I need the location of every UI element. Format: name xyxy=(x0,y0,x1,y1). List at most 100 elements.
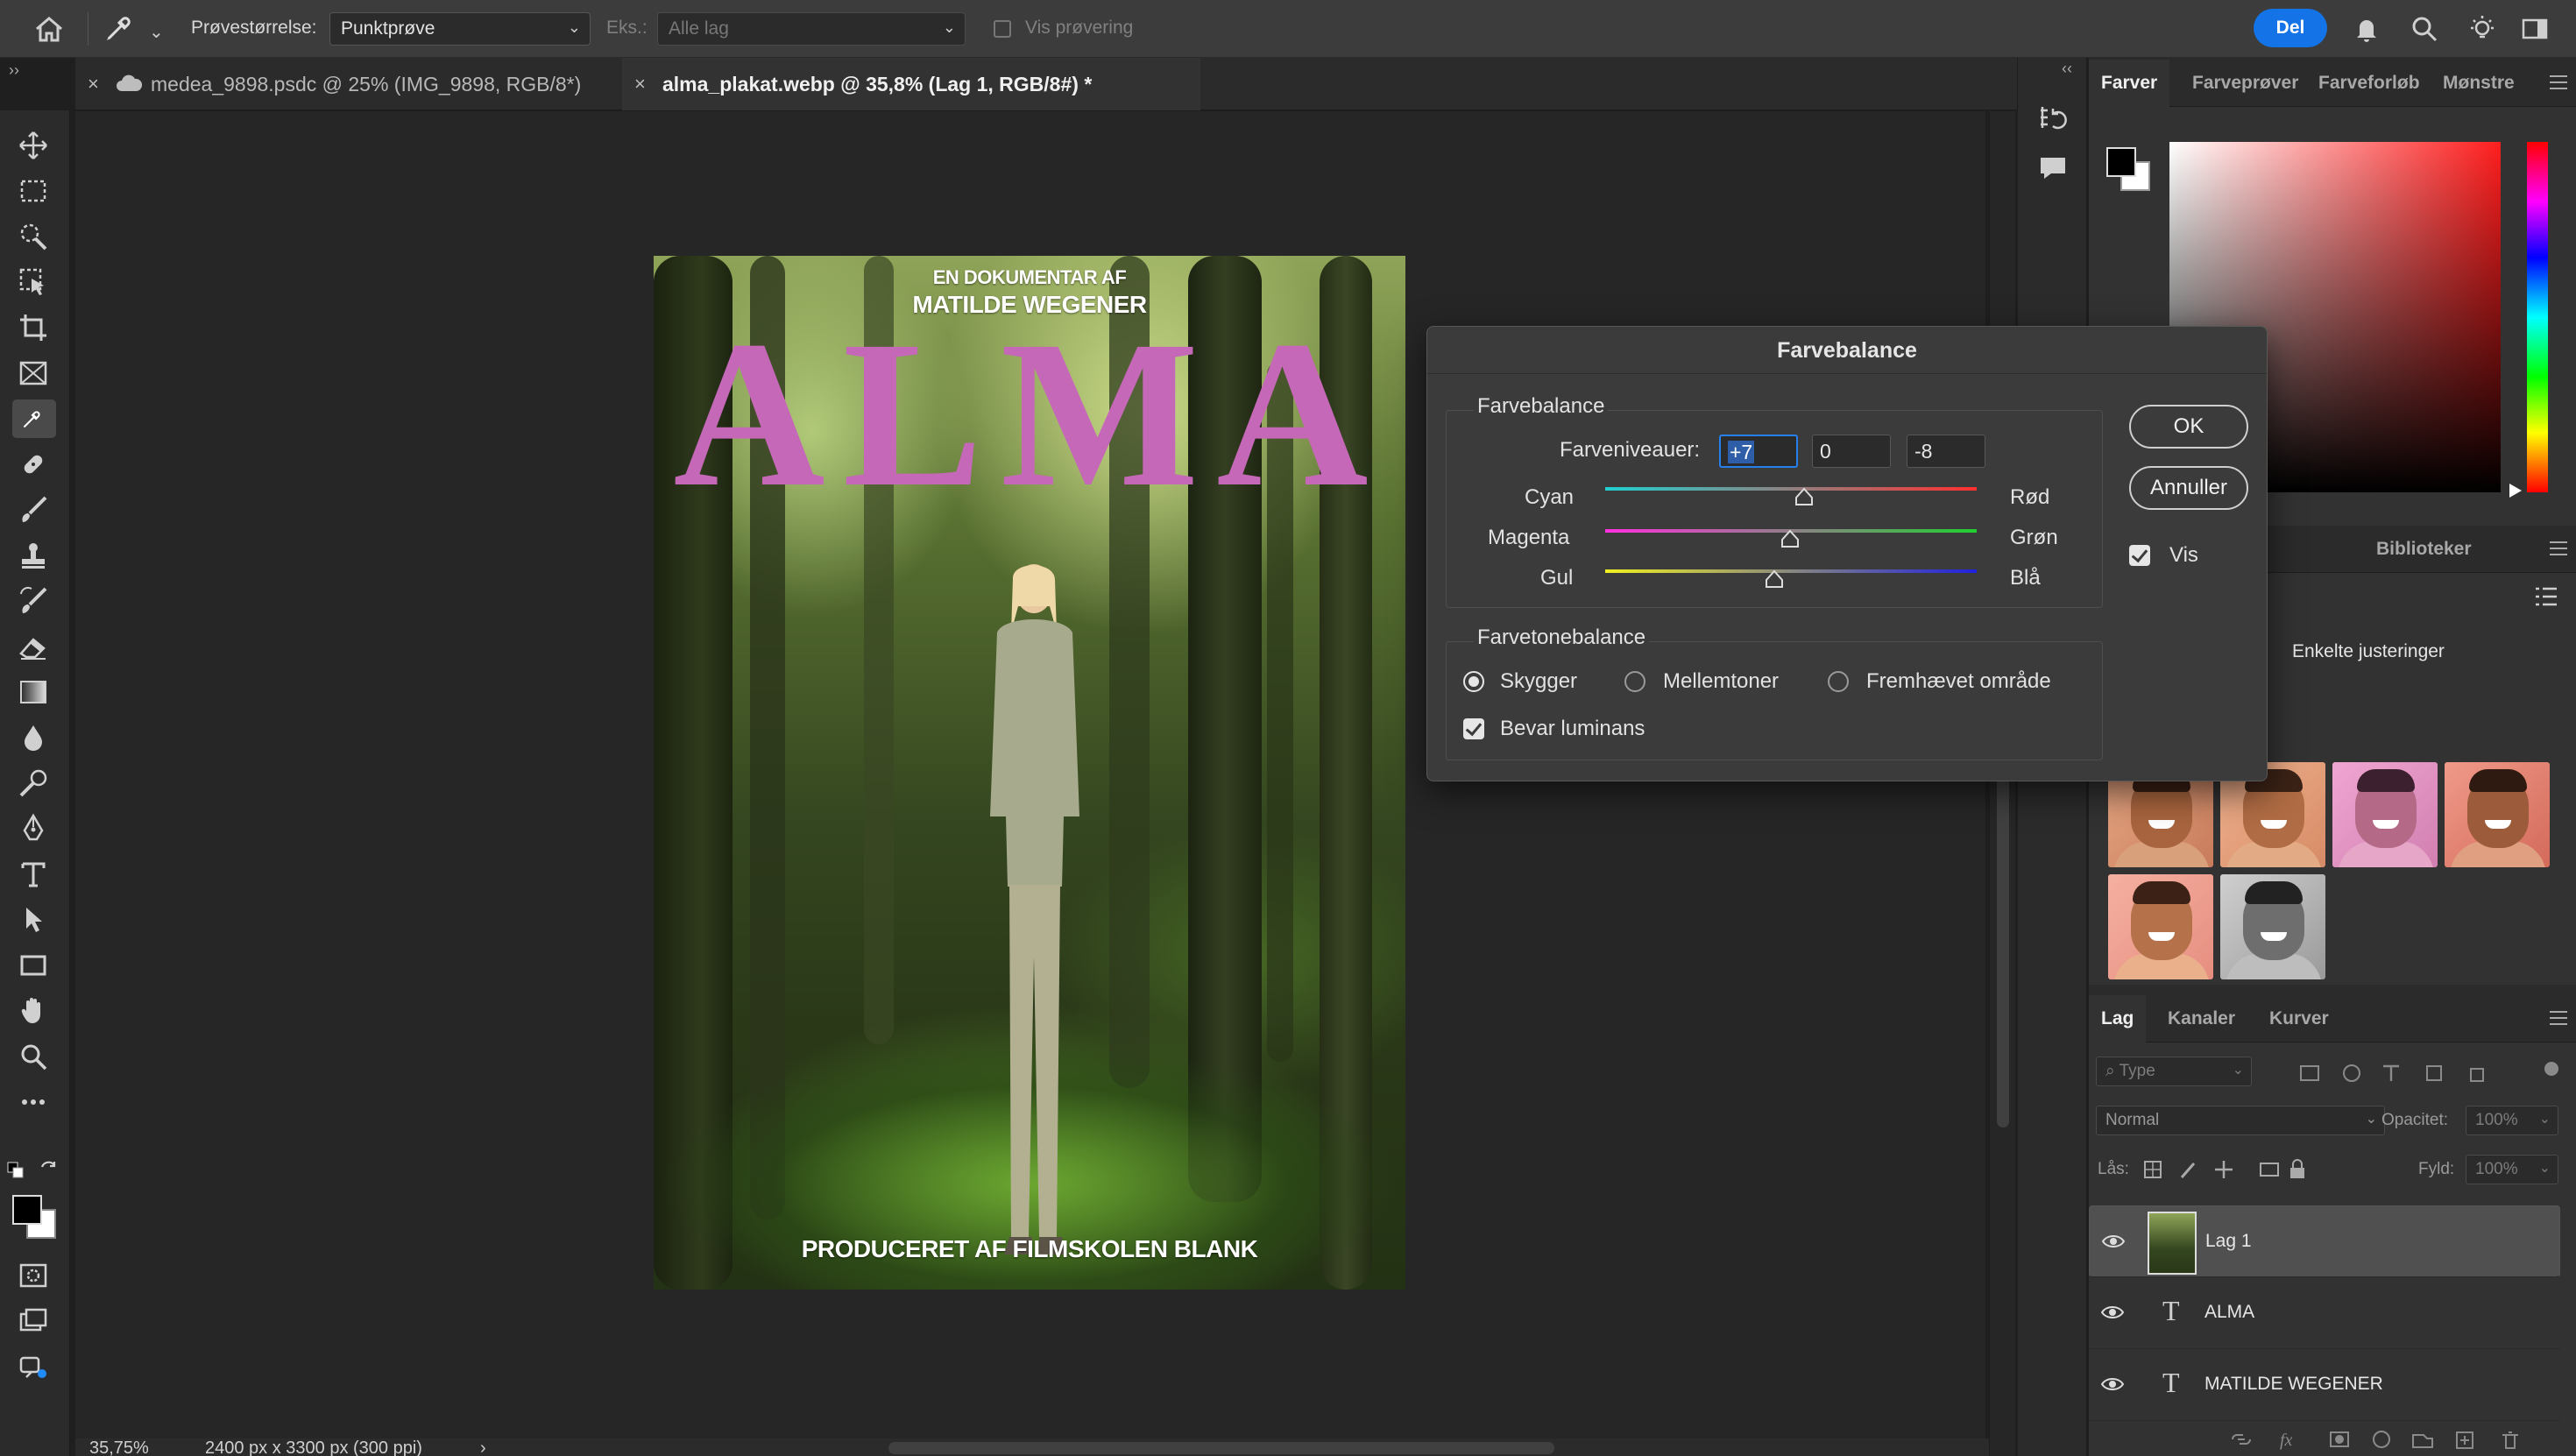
blend-mode-select[interactable]: Normal ⌄ xyxy=(2096,1106,2385,1135)
cyan-red-slider-handle[interactable] xyxy=(1794,487,1814,506)
collapse-panels-icon[interactable]: ‹‹ xyxy=(2062,60,2072,78)
frame-tool-icon[interactable] xyxy=(18,357,49,389)
layer-filter-icons[interactable] xyxy=(2299,1064,2527,1083)
tab-farveprover[interactable]: Farveprøver xyxy=(2192,60,2298,107)
adjustment-preset-thumbnail[interactable] xyxy=(2220,874,2325,979)
default-colors-icon[interactable] xyxy=(7,1162,25,1179)
level-yellow-blue-input[interactable]: -8 xyxy=(1907,435,1985,468)
tone-midtones-radio[interactable] xyxy=(1624,671,1645,692)
visibility-eye-icon[interactable] xyxy=(2101,1304,2124,1321)
ok-button[interactable]: OK xyxy=(2129,405,2248,449)
gradient-tool-icon[interactable] xyxy=(18,676,49,708)
tone-highlights-radio[interactable] xyxy=(1828,671,1849,692)
path-selection-tool-icon[interactable] xyxy=(18,904,49,936)
tab-lag[interactable]: Lag xyxy=(2089,995,2147,1043)
tool-preset-chevron-icon[interactable]: ⌄ xyxy=(149,21,164,43)
layer-row-alma[interactable]: T ALMA xyxy=(2089,1277,2560,1349)
visibility-eye-icon[interactable] xyxy=(2101,1375,2124,1393)
tab-farveforlob[interactable]: Farveforløb xyxy=(2318,60,2420,107)
show-ring-checkbox[interactable] xyxy=(994,20,1011,38)
workspace-icon[interactable] xyxy=(2520,14,2550,44)
zoom-tool-icon[interactable] xyxy=(18,1041,49,1072)
home-icon[interactable] xyxy=(33,16,65,42)
move-tool-icon[interactable] xyxy=(18,130,49,161)
quick-selection-tool-icon[interactable] xyxy=(18,221,49,252)
close-tab-icon[interactable]: × xyxy=(634,58,646,110)
pen-tool-icon[interactable] xyxy=(18,813,49,845)
panel-menu-icon[interactable] xyxy=(2550,75,2567,89)
lock-options-icons[interactable] xyxy=(2143,1158,2310,1181)
eraser-tool-icon[interactable] xyxy=(18,631,49,662)
visibility-eye-icon[interactable] xyxy=(2102,1233,2125,1250)
eyedropper-tool-icon[interactable] xyxy=(103,14,133,44)
vertical-scrollbar[interactable] xyxy=(1989,111,2015,1456)
level-magenta-green-input[interactable]: 0 xyxy=(1812,435,1891,468)
more-tools-icon[interactable] xyxy=(18,1086,49,1118)
clone-stamp-tool-icon[interactable] xyxy=(18,540,49,571)
tab-farver[interactable]: Farver xyxy=(2089,60,2170,107)
poster-image[interactable]: EN DOKUMENTAR AF MATILDE WEGENER ALMA PR… xyxy=(654,256,1405,1290)
lightbulb-icon[interactable] xyxy=(2467,14,2497,44)
adjustment-preset-thumbnail[interactable] xyxy=(2332,762,2438,867)
cyan-red-slider-track[interactable] xyxy=(1605,487,1977,491)
tab-biblioteker[interactable]: Biblioteker xyxy=(2376,526,2472,573)
preserve-luminosity-checkbox[interactable] xyxy=(1463,718,1484,739)
hue-slider[interactable] xyxy=(2527,142,2548,492)
zoom-level[interactable]: 35,75% xyxy=(89,1438,149,1456)
hand-tool-icon[interactable] xyxy=(18,995,49,1027)
horizontal-scrollbar[interactable] xyxy=(888,1442,1554,1454)
filter-toggle-icon[interactable] xyxy=(2544,1062,2558,1076)
brush-tool-icon[interactable] xyxy=(18,494,49,526)
toolbar-collapse-icon[interactable]: ›› xyxy=(9,61,19,80)
fill-field[interactable]: 100% ⌄ xyxy=(2466,1155,2558,1184)
crop-tool-icon[interactable] xyxy=(18,312,49,343)
foreground-color-swatch[interactable] xyxy=(2106,147,2136,177)
level-cyan-red-input[interactable]: +7 xyxy=(1719,435,1798,468)
sample-size-select[interactable]: Punktprøve ⌄ xyxy=(329,12,591,46)
tab-monstre[interactable]: Mønstre xyxy=(2443,60,2515,107)
type-tool-icon[interactable] xyxy=(18,859,49,890)
blur-tool-icon[interactable] xyxy=(18,722,49,753)
screen-mode-icon[interactable] xyxy=(18,1305,49,1337)
swap-colors-icon[interactable] xyxy=(39,1158,60,1179)
layer-filter-select[interactable]: ⌕ Type ⌄ xyxy=(2096,1057,2252,1086)
search-icon[interactable] xyxy=(2410,14,2439,44)
opacity-field[interactable]: 100% ⌄ xyxy=(2466,1106,2558,1135)
hue-slider-handle[interactable] xyxy=(2509,484,2522,498)
tab-medea[interactable]: × medea_9898.psdc @ 25% (IMG_9898, RGB/8… xyxy=(75,58,619,110)
quick-mask-icon[interactable] xyxy=(18,1260,49,1291)
foreground-color-swatch[interactable] xyxy=(12,1195,42,1225)
history-panel-icon[interactable] xyxy=(2035,102,2070,137)
yellow-blue-slider-handle[interactable] xyxy=(1765,569,1784,589)
list-view-icon[interactable] xyxy=(2534,585,2558,608)
status-menu-arrow[interactable]: › xyxy=(480,1438,486,1456)
layer-row-matilde-wegener[interactable]: T MATILDE WEGENER xyxy=(2089,1349,2560,1421)
tab-alma-plakat[interactable]: × alma_plakat.webp @ 35,8% (Lag 1, RGB/8… xyxy=(622,58,1200,110)
dodge-tool-icon[interactable] xyxy=(18,767,49,799)
tone-shadows-radio[interactable] xyxy=(1463,671,1484,692)
magenta-green-slider-handle[interactable] xyxy=(1780,529,1800,548)
comments-panel-icon[interactable] xyxy=(2035,151,2070,186)
share-button[interactable]: Del xyxy=(2254,9,2327,47)
layer-row-lag-1[interactable]: Lag 1 xyxy=(2089,1205,2560,1277)
preview-checkbox[interactable] xyxy=(2129,545,2150,566)
rectangle-tool-icon[interactable] xyxy=(18,950,49,981)
generative-tools-icon[interactable] xyxy=(18,1351,49,1382)
eyedropper-tool-icon[interactable] xyxy=(12,399,56,438)
adjustment-preset-thumbnail[interactable] xyxy=(2108,874,2213,979)
sample-layers-select[interactable]: Alle lag ⌄ xyxy=(657,12,966,46)
yellow-blue-slider-track[interactable] xyxy=(1605,569,1977,573)
healing-brush-tool-icon[interactable] xyxy=(18,449,49,480)
panel-menu-icon[interactable] xyxy=(2550,541,2567,555)
close-tab-icon[interactable]: × xyxy=(88,58,99,110)
marquee-tool-icon[interactable] xyxy=(18,175,49,207)
panel-menu-icon[interactable] xyxy=(2550,1011,2567,1025)
tab-kurver[interactable]: Kurver xyxy=(2269,995,2329,1043)
adjustment-preset-thumbnail[interactable] xyxy=(2445,762,2550,867)
tab-kanaler[interactable]: Kanaler xyxy=(2168,995,2235,1043)
history-brush-tool-icon[interactable] xyxy=(18,585,49,617)
object-selection-tool-icon[interactable] xyxy=(18,266,49,298)
cancel-button[interactable]: Annuller xyxy=(2129,466,2248,510)
layers-footer-icons[interactable]: fx xyxy=(2229,1428,2562,1451)
bell-icon[interactable] xyxy=(2352,14,2381,44)
